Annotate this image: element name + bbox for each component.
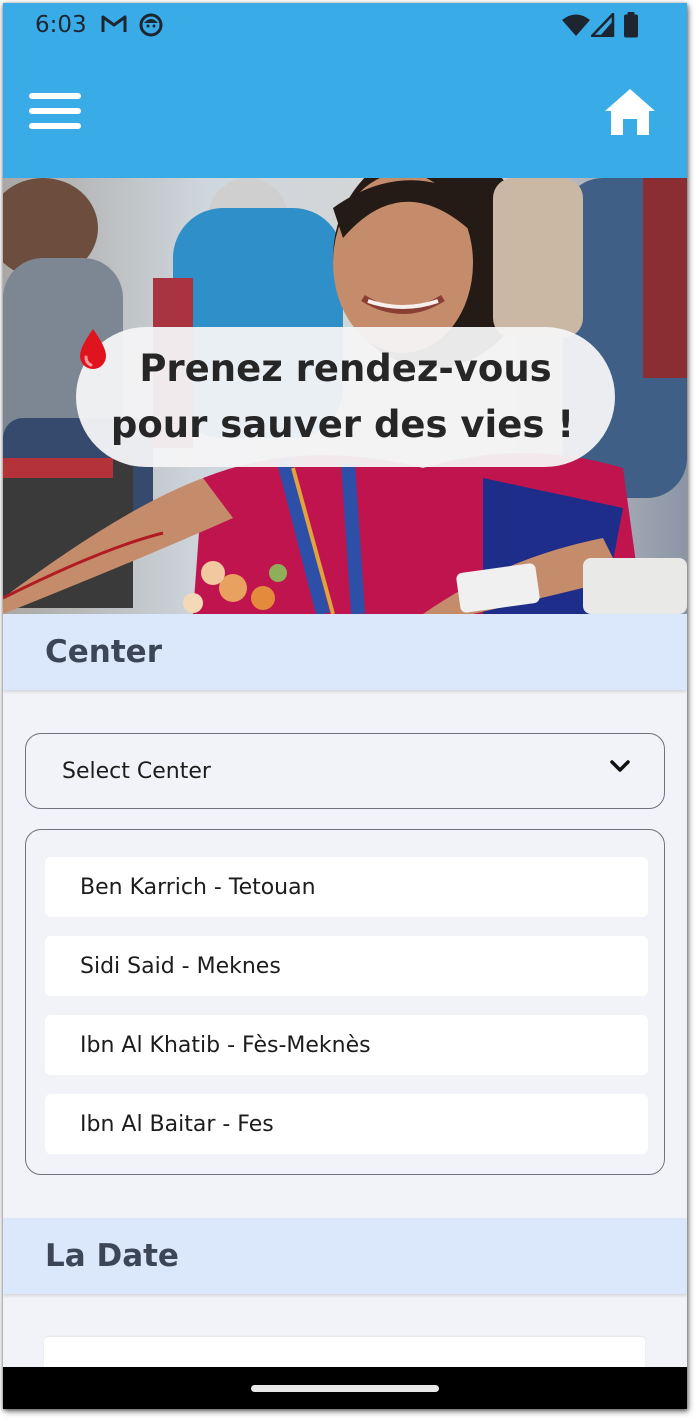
phone-screen: 6:03 Prenez rendez-vous pour sauver des …: [3, 3, 687, 1409]
center-option-label: Sidi Said - Meknes: [80, 954, 281, 979]
battery-icon: [623, 12, 639, 43]
center-section-title: Center: [45, 634, 162, 670]
home-indicator[interactable]: [251, 1385, 439, 1392]
center-option-label: Ibn Al Baitar - Fes: [80, 1112, 274, 1137]
hero-headline: Prenez rendez-vous pour sauver des vies …: [80, 329, 596, 453]
home-icon[interactable]: [603, 87, 657, 137]
center-option[interactable]: Ibn Al Baitar - Fes: [45, 1094, 648, 1154]
hamburger-menu-icon[interactable]: [29, 93, 83, 133]
center-option-label: Ibn Al Khatib - Fès-Meknès: [80, 1033, 371, 1058]
notification-face-icon: [138, 12, 164, 43]
status-time: 6:03: [35, 12, 87, 38]
center-options-list: Ben Karrich - Tetouan Sidi Said - Meknes…: [25, 829, 665, 1175]
date-section-header: La Date: [3, 1218, 687, 1294]
hero-headline-text: Prenez rendez-vous pour sauver des vies …: [110, 347, 575, 446]
center-option[interactable]: Ben Karrich - Tetouan: [45, 857, 648, 917]
wifi-icon: [561, 13, 591, 42]
hero-banner: Prenez rendez-vous pour sauver des vies …: [3, 178, 687, 614]
center-select-value: Select Center: [62, 759, 211, 784]
center-option[interactable]: Sidi Said - Meknes: [45, 936, 648, 996]
center-option-label: Ben Karrich - Tetouan: [80, 875, 316, 900]
center-option[interactable]: Ibn Al Khatib - Fès-Meknès: [45, 1015, 648, 1075]
signal-icon: [590, 12, 615, 42]
gmail-icon: [100, 12, 128, 41]
system-navigation-bar: [3, 1367, 687, 1409]
hero-headline-bubble: Prenez rendez-vous pour sauver des vies …: [76, 327, 615, 467]
center-section-header: Center: [3, 614, 687, 690]
date-section-title: La Date: [45, 1238, 179, 1274]
chevron-down-icon: [610, 758, 630, 779]
app-bar: [3, 49, 687, 178]
center-select[interactable]: Select Center: [25, 733, 665, 809]
status-bar: 6:03: [3, 3, 687, 49]
